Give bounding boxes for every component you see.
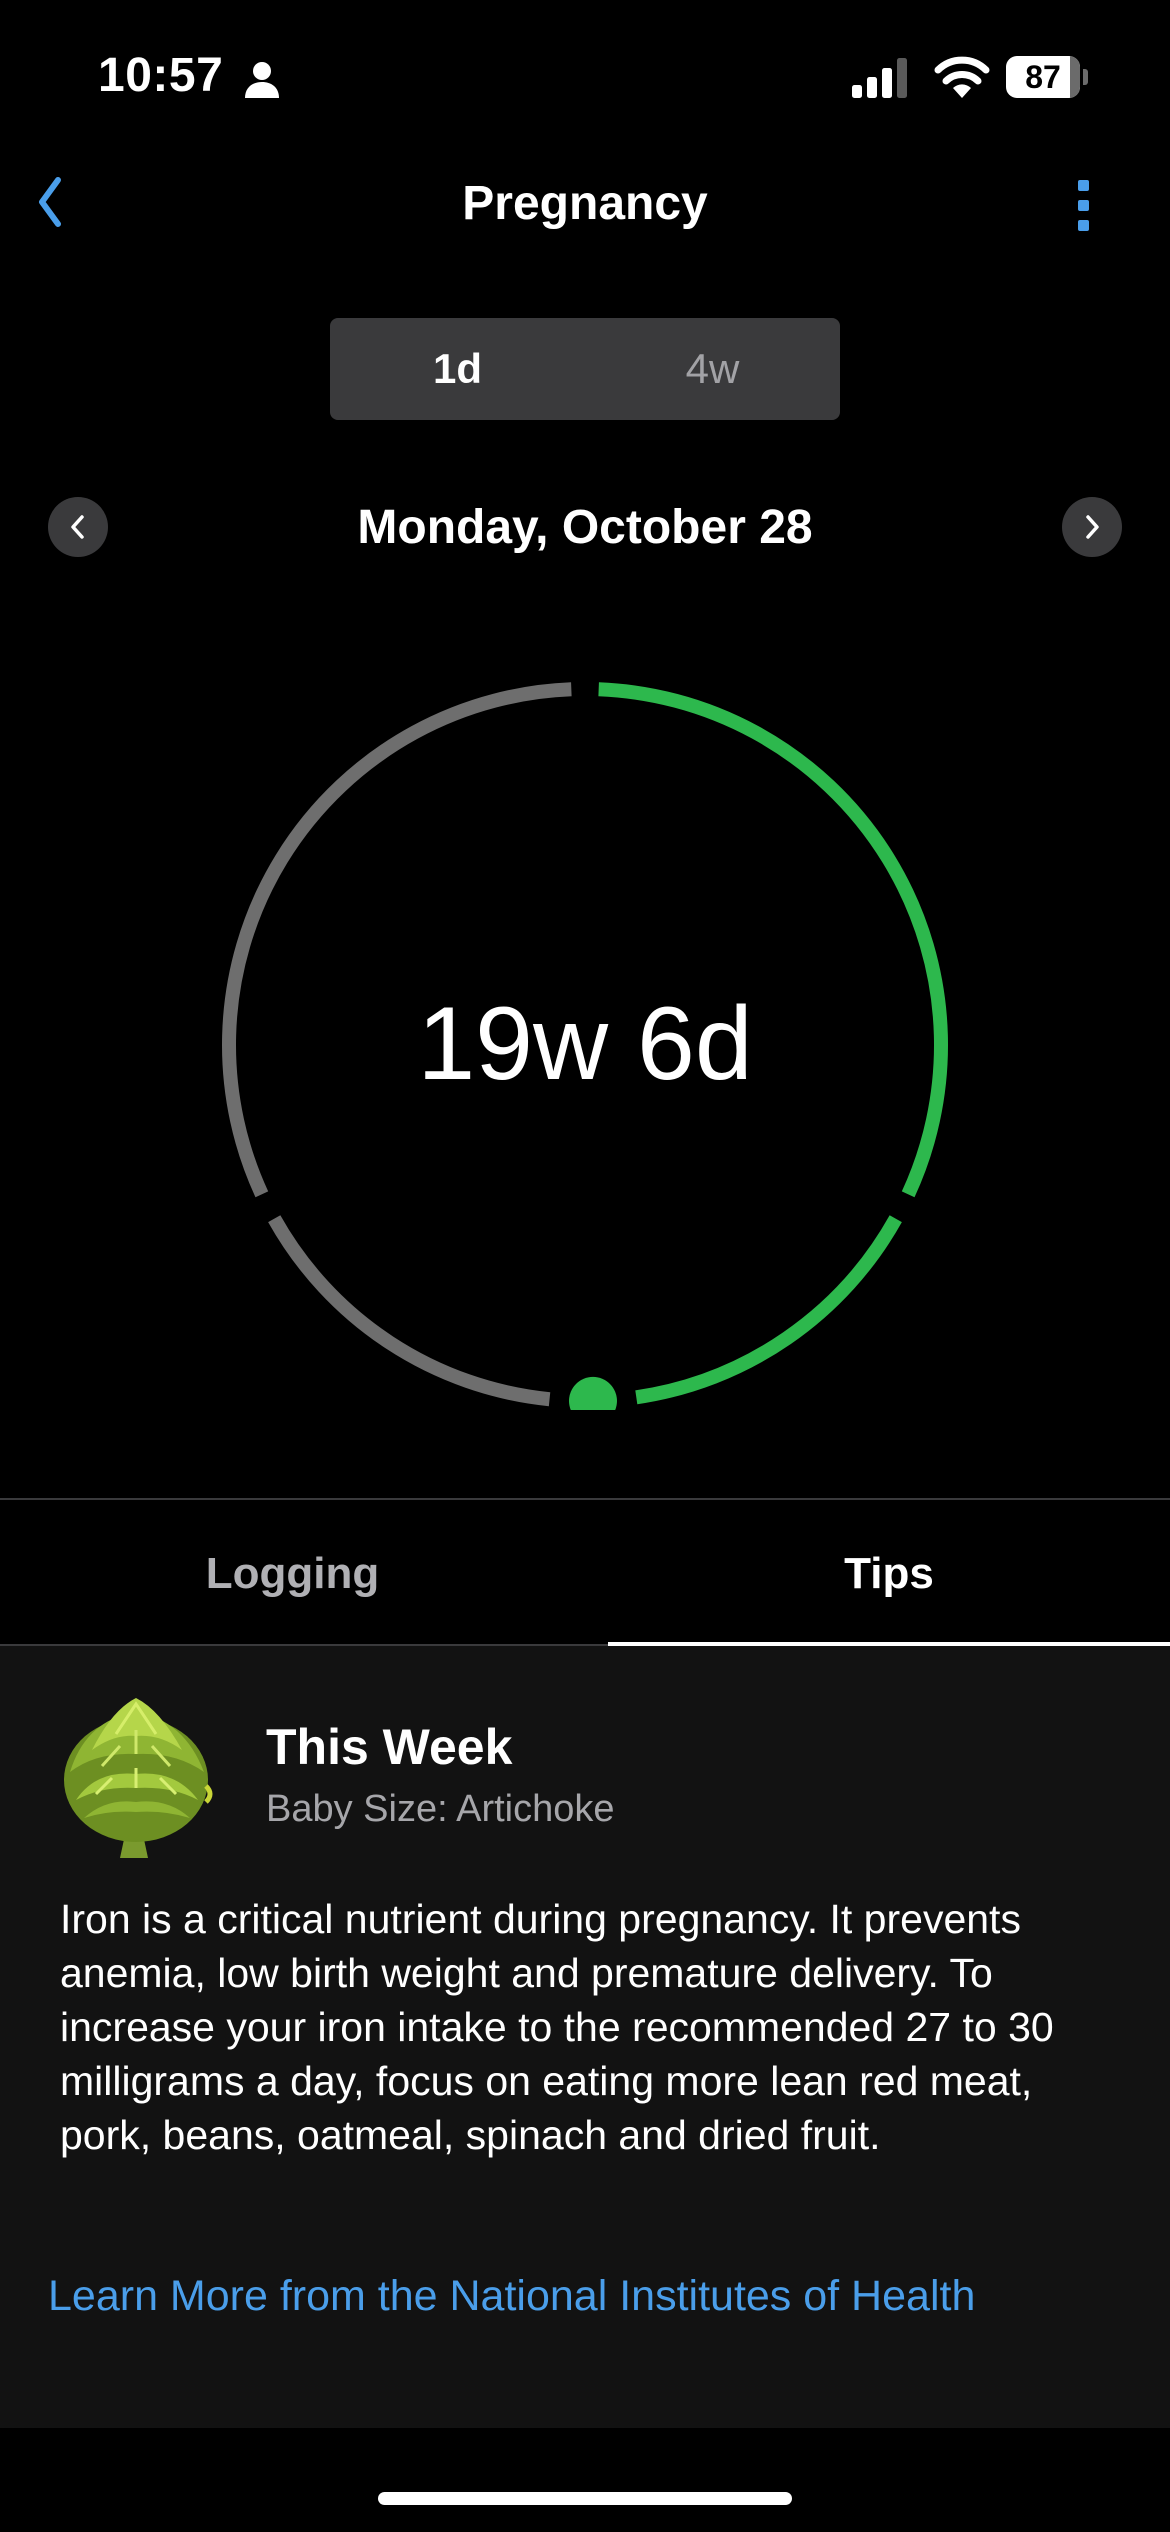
- tab-logging[interactable]: Logging: [0, 1502, 585, 1646]
- more-options-button[interactable]: [1064, 176, 1104, 236]
- tip-body-text: Iron is a critical nutrient during pregn…: [60, 1896, 1054, 2158]
- current-date-label: Monday, October 28: [357, 501, 813, 554]
- page-title: Pregnancy: [462, 177, 708, 230]
- vertical-dots-icon: [1078, 180, 1089, 231]
- range-option-1d[interactable]: 1d: [330, 318, 585, 420]
- status-time: 10:57: [98, 49, 224, 102]
- cellular-signal-icon: [852, 58, 912, 98]
- battery-indicator: 87: [1006, 56, 1088, 98]
- range-segmented-control: 1d 4w: [330, 318, 840, 420]
- ring-remaining-trimester-2: [268, 1215, 551, 1407]
- learn-more-link[interactable]: Learn More from the National Institutes …: [48, 2272, 975, 2321]
- ring-elapsed-trimester-2: [635, 1215, 902, 1405]
- battery-level-text: 87: [1025, 59, 1061, 95]
- tab-tips[interactable]: Tips: [608, 1502, 1170, 1646]
- tip-title: This Week: [266, 1719, 513, 1775]
- ring-elapsed-trimester-1: [598, 682, 948, 1198]
- gestational-age-value: 19w 6d: [417, 986, 753, 1102]
- chevron-right-icon: [1086, 515, 1099, 539]
- artichoke-icon: [56, 1690, 216, 1860]
- home-indicator[interactable]: [378, 2492, 792, 2505]
- ring-remaining-trimester-3: [222, 682, 572, 1198]
- wifi-icon: [934, 54, 990, 98]
- person-icon: [242, 60, 282, 100]
- ring-progress-marker: [568, 1376, 617, 1410]
- section-divider: [0, 1498, 1170, 1500]
- baby-size-label: Baby Size: Artichoke: [266, 1788, 615, 1830]
- range-option-4w[interactable]: 4w: [585, 318, 840, 420]
- next-day-button[interactable]: [1062, 497, 1122, 557]
